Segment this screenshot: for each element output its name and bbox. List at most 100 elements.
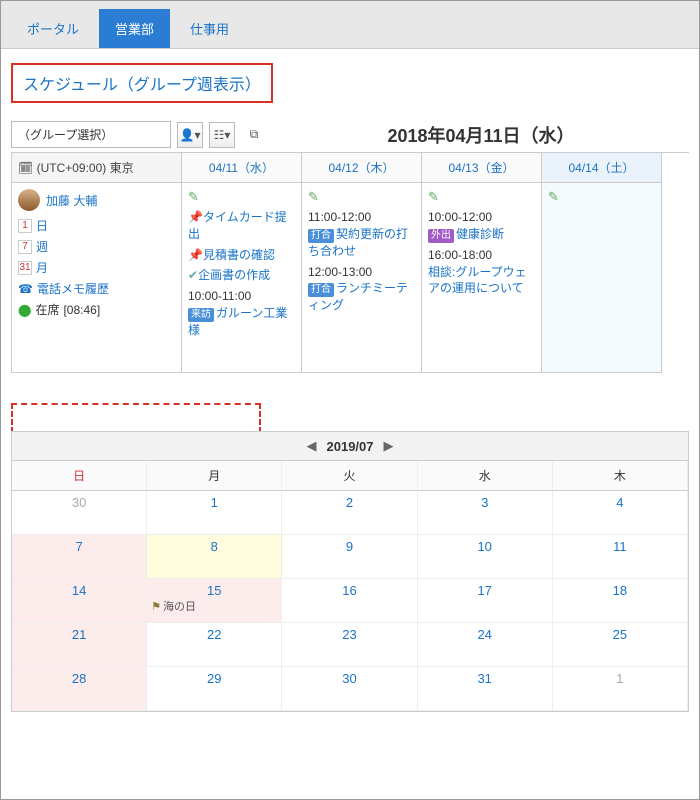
mcell[interactable]: 3 [418,491,553,535]
tab-sales[interactable]: 営業部 [99,9,170,48]
date-num: 17 [418,579,552,598]
timezone-header: 🗓 (UTC+09:00) 東京 [12,153,182,183]
todo-plan[interactable]: ✔企画書の作成 [188,267,295,284]
prev-month-button[interactable]: ◀ [307,438,317,454]
presence-label: 在席 [35,301,59,318]
mcell[interactable]: 28 [12,667,147,711]
mcell[interactable]: 8 [147,535,282,579]
view-week-link[interactable]: 7週 [18,238,175,255]
mcell[interactable]: 21 [12,623,147,667]
event-meeting-2[interactable]: 12:00-13:00 打合ランチミーティング [308,264,415,315]
options-icon: ☷▾ [214,128,231,142]
date-num: 10 [418,535,552,554]
day-header-4[interactable]: 04/14（土） [542,153,662,183]
mcell-holiday[interactable]: 15 ⚑海の日 [147,579,282,623]
todo-estimate-label: 見積書の確認 [203,248,275,262]
day-cell-4: ✎ [542,183,662,373]
holiday-label: ⚑海の日 [147,598,281,614]
todo-plan-label: 企画書の作成 [198,268,270,282]
add-event-icon[interactable]: ✎ [428,189,439,204]
date-num: 1 [553,667,687,686]
person-name-link[interactable]: 加藤 大輔 [46,192,97,209]
view-day-link[interactable]: 1日 [18,217,175,234]
check-icon: ✔ [188,268,198,282]
mcell[interactable]: 22 [147,623,282,667]
day-cell-2: ✎ 11:00-12:00 打合契約更新の打ち合わせ 12:00-13:00 打… [302,183,422,373]
view-month-label: 月 [36,259,48,276]
mcell[interactable]: 9 [282,535,417,579]
title-area: スケジュール（グループ週表示） [1,49,699,117]
date-num: 11 [553,535,687,554]
mcell[interactable]: 2 [282,491,417,535]
event-meeting-1[interactable]: 11:00-12:00 打合契約更新の打ち合わせ [308,209,415,260]
mcell[interactable]: 1 [147,491,282,535]
mcell[interactable]: 30 [12,491,147,535]
popout-icon: ⧉ [250,127,259,142]
popout-button[interactable]: ⧉ [241,122,267,148]
title-highlight-box: スケジュール（グループ週表示） [11,63,273,103]
add-event-icon[interactable]: ✎ [548,189,559,204]
group-select-dropdown[interactable]: （グループ選択） [11,121,171,148]
mcell[interactable]: 18 [553,579,688,623]
event-meeting-1-tag: 打合 [308,229,334,243]
month-calendar: ◀ 2019/07 ▶ 日 月 火 水 木 30 1 2 3 4 7 8 9 1… [11,431,689,712]
phone-memo-link[interactable]: ☎電話メモ履歴 [18,280,175,297]
day-header-1[interactable]: 04/11（水） [182,153,302,183]
next-month-button[interactable]: ▶ [384,438,394,454]
todo-timecard[interactable]: 📌タイムカード提出 [188,209,295,243]
pin-icon: 📌 [188,248,203,262]
day-header-3[interactable]: 04/13（金） [422,153,542,183]
event-consult[interactable]: 16:00-18:00 相談:グループウェアの運用について [428,247,535,297]
date-num: 15 [147,579,281,598]
tab-work[interactable]: 仕事用 [174,9,245,48]
holiday-name: 海の日 [163,598,196,614]
mcell[interactable]: 17 [418,579,553,623]
mcell[interactable]: 30 [282,667,417,711]
current-date-heading: 2018年04月11日（水） [273,122,689,148]
calendar-icon: 🗓 [18,161,33,175]
event-visit-tag: 来訪 [188,308,214,322]
day-icon: 1 [18,219,32,233]
date-num: 16 [282,579,416,598]
month-icon: 31 [18,261,32,275]
event-visit[interactable]: 10:00-11:00 来訪ガルーン工業様 [188,288,295,339]
mcell[interactable]: 1 [553,667,688,711]
day-header-2[interactable]: 04/12（木） [302,153,422,183]
tab-portal[interactable]: ポータル [11,9,95,48]
phone-icon: ☎ [18,282,33,296]
date-num: 4 [553,491,687,510]
mcell[interactable]: 11 [553,535,688,579]
mcell[interactable]: 24 [418,623,553,667]
pin-icon: 📌 [188,210,203,224]
todo-timecard-label: タイムカード提出 [188,210,287,241]
date-num: 7 [12,535,146,554]
mcell[interactable]: 31 [418,667,553,711]
mcell[interactable]: 4 [553,491,688,535]
mcell[interactable]: 23 [282,623,417,667]
date-num: 29 [147,667,281,686]
add-event-icon[interactable]: ✎ [308,189,319,204]
options-button[interactable]: ☷▾ [209,122,235,148]
view-month-link[interactable]: 31 月 [18,259,175,276]
add-event-icon[interactable]: ✎ [188,189,199,204]
top-tabs: ポータル 営業部 仕事用 [1,1,699,49]
mcell[interactable]: 7 [12,535,147,579]
week-icon: 7 [18,240,32,254]
todo-estimate[interactable]: 📌見積書の確認 [188,247,295,264]
event-consult-text: 相談:グループウェアの運用について [428,265,527,296]
mcell[interactable]: 25 [553,623,688,667]
mcell[interactable]: 14 [12,579,147,623]
event-meeting-2-tag: 打合 [308,283,334,297]
date-num: 1 [147,491,281,510]
event-out[interactable]: 10:00-12:00 外出健康診断 [428,209,535,243]
user-picker-button[interactable]: 👤▾ [177,122,203,148]
date-num: 8 [147,535,281,554]
presence-icon: ⬤ [18,303,31,317]
date-num: 3 [418,491,552,510]
mcell[interactable]: 16 [282,579,417,623]
day-cell-1: ✎ 📌タイムカード提出 📌見積書の確認 ✔企画書の作成 10:00-11:00 … [182,183,302,373]
view-day-label: 日 [36,217,48,234]
mcell[interactable]: 29 [147,667,282,711]
mcell[interactable]: 10 [418,535,553,579]
schedule-title-link[interactable]: スケジュール（グループ週表示） [23,77,261,94]
